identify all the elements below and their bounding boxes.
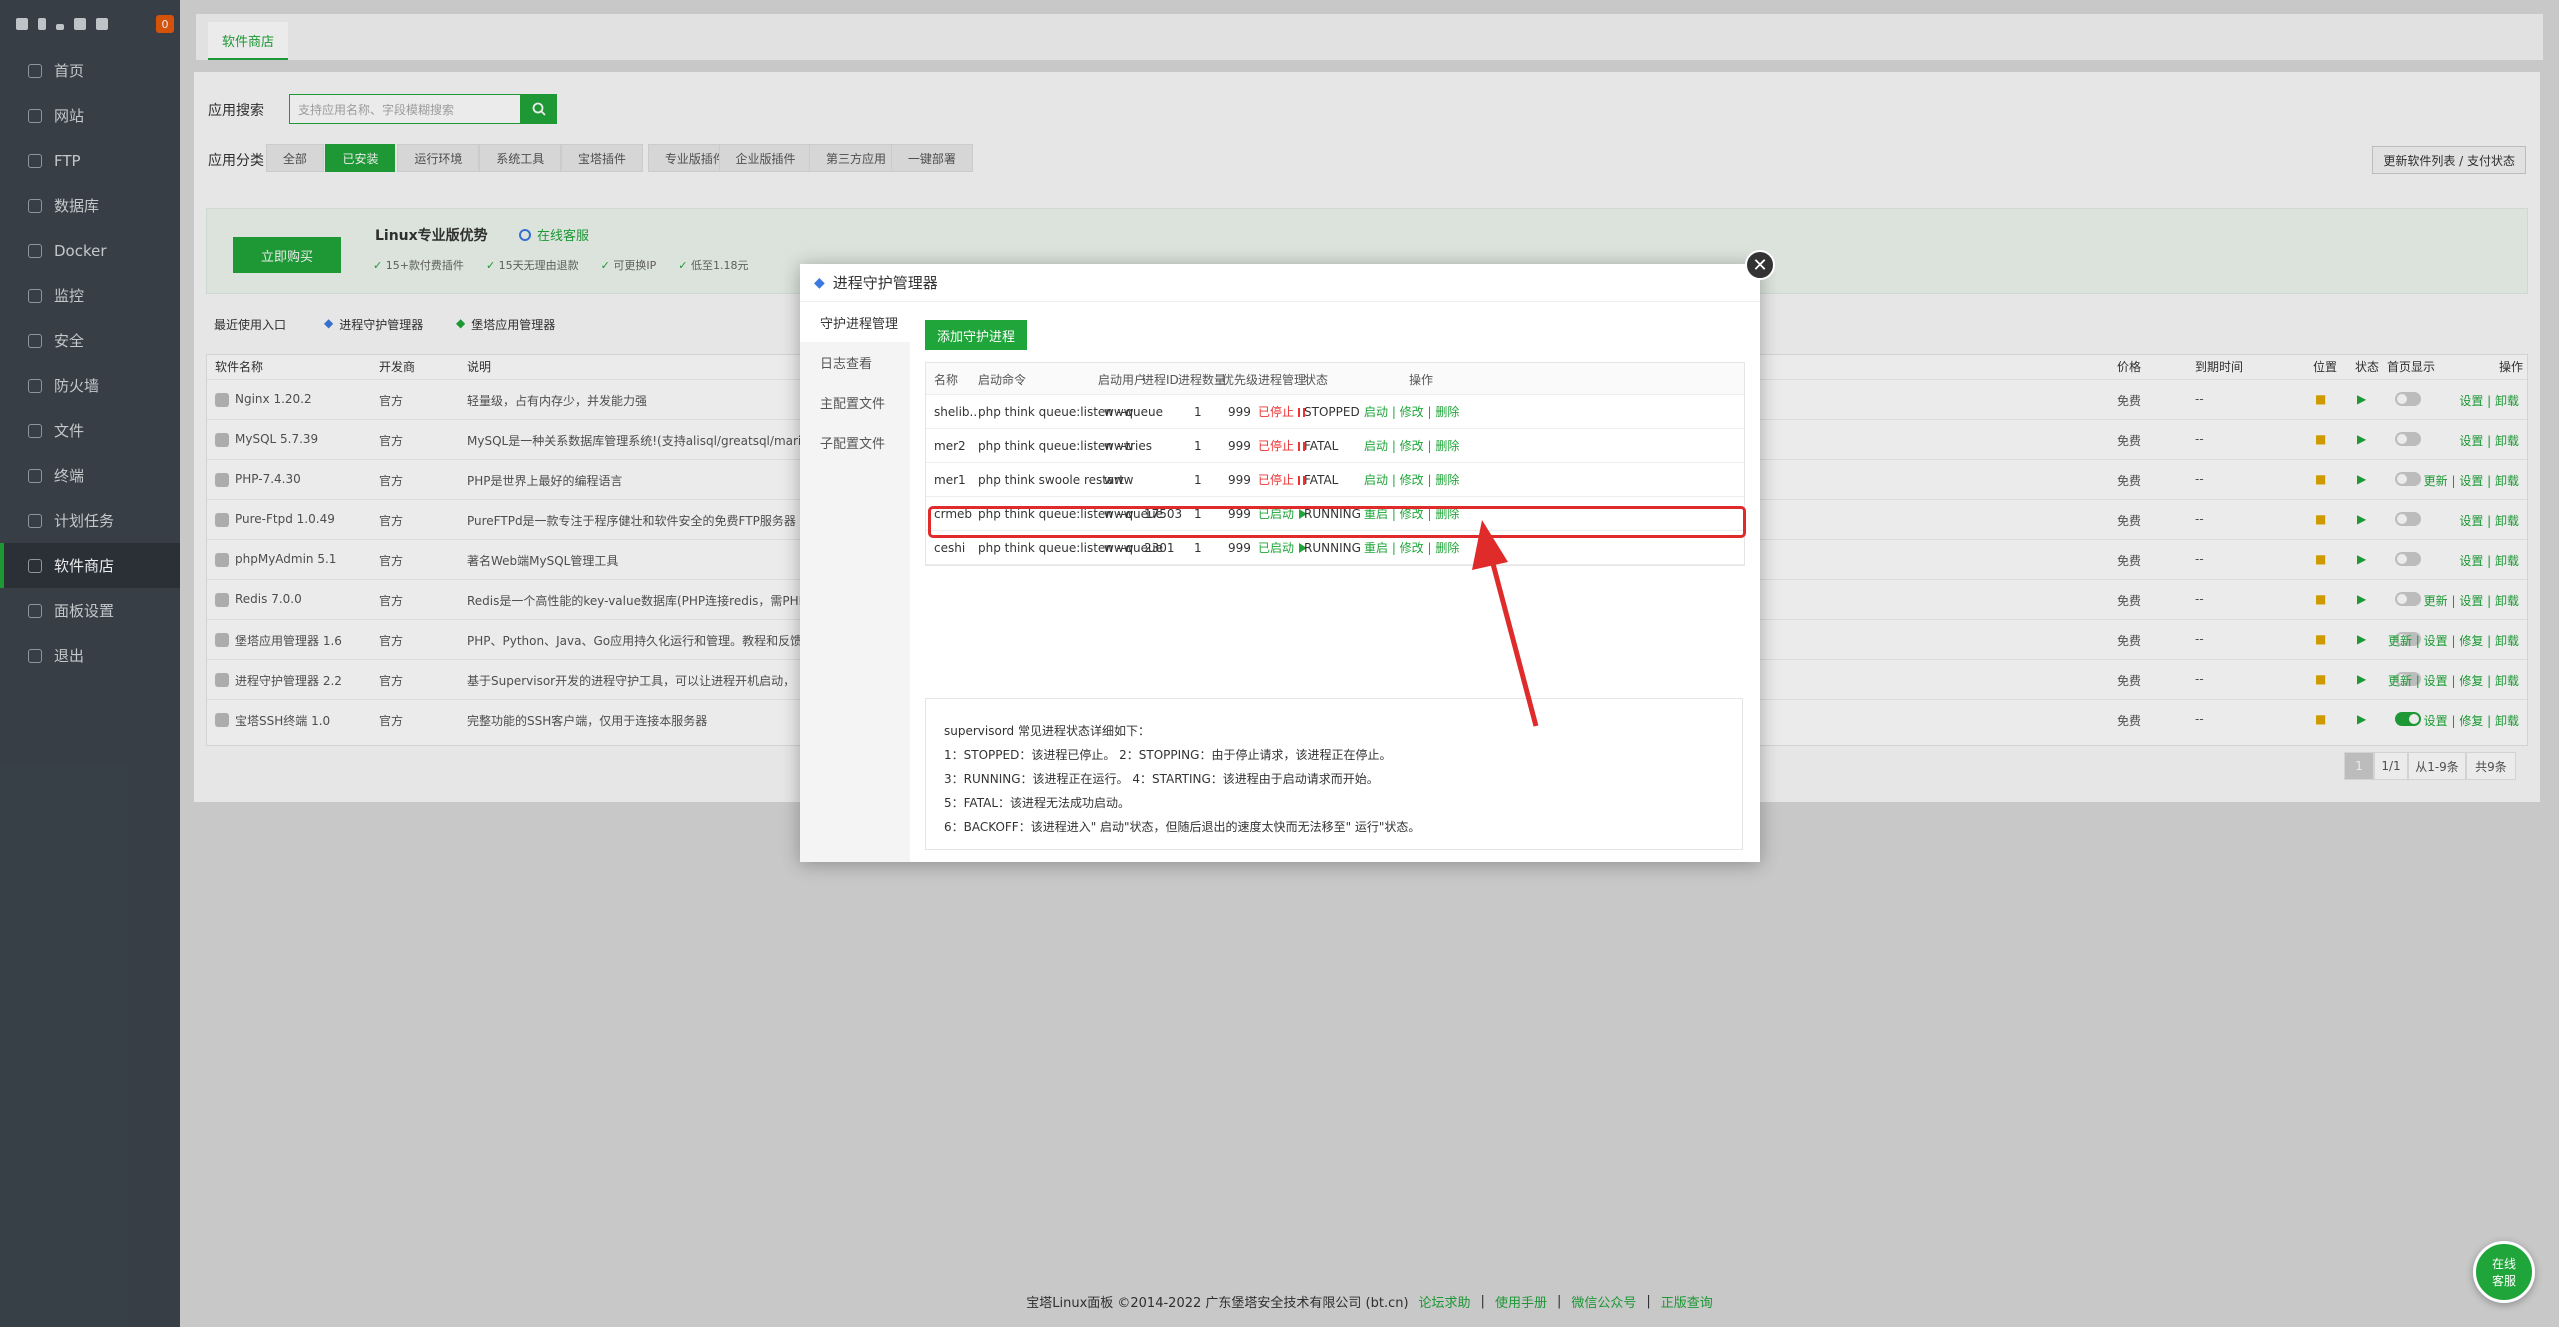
online-service-button[interactable]: 在线 客服 [2473,1241,2535,1303]
annotation-arrow-icon [1472,520,1539,727]
service-label-2: 客服 [2491,1274,2516,1288]
service-label-1: 在线 [2491,1257,2516,1271]
